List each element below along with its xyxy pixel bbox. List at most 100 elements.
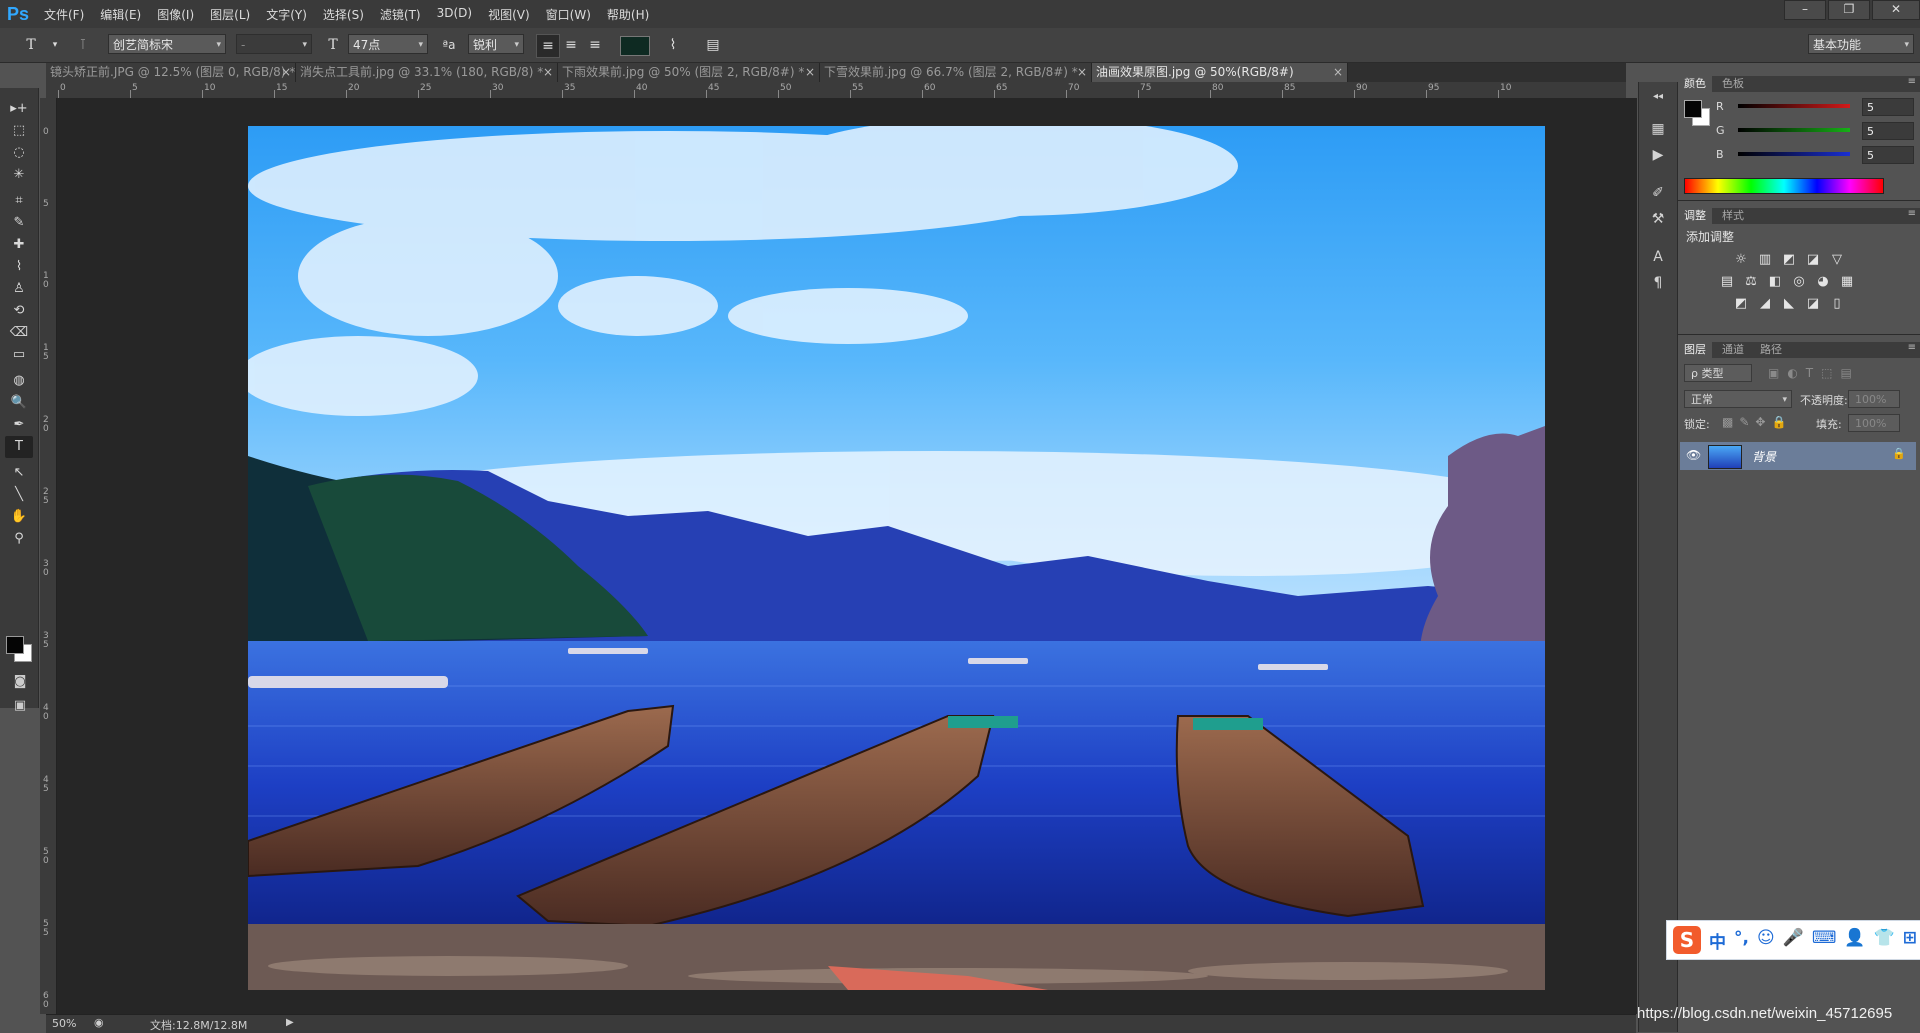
ime-item[interactable]: 👤 bbox=[1844, 928, 1865, 953]
menu-item[interactable]: 图像(I) bbox=[149, 6, 202, 23]
ime-item[interactable]: ⊞ bbox=[1903, 928, 1917, 953]
character-icon[interactable]: A bbox=[1647, 246, 1669, 268]
layer-row[interactable]: 👁 背景 🔒 bbox=[1680, 442, 1916, 470]
preset-dropdown-icon[interactable]: ▾ bbox=[44, 34, 66, 56]
adjustment-icon[interactable]: ◩ bbox=[1732, 296, 1750, 312]
adjustment-icon[interactable]: ◪ bbox=[1804, 252, 1822, 268]
close-icon[interactable]: × bbox=[281, 63, 291, 82]
ime-item[interactable]: 👕 bbox=[1874, 928, 1895, 953]
menu-item[interactable]: 编辑(E) bbox=[92, 6, 149, 23]
fill-input[interactable]: 100% bbox=[1848, 414, 1900, 432]
doc-tab[interactable]: 消失点工具前.jpg @ 33.1% (180, RGB/8) * × bbox=[296, 63, 558, 82]
tab-swatches[interactable]: 色板 bbox=[1716, 76, 1750, 92]
menu-item[interactable]: 3D(D) bbox=[429, 6, 480, 23]
orientation-toggle-icon[interactable]: ⊺ bbox=[72, 34, 94, 56]
eyedropper-icon[interactable]: ✎ bbox=[5, 212, 33, 234]
adjustment-icon[interactable]: ◎ bbox=[1790, 274, 1808, 290]
blur-tool-icon[interactable]: ◍ bbox=[5, 370, 33, 392]
status-menu-icon[interactable]: ◉ bbox=[94, 1016, 104, 1029]
tab-adjustments[interactable]: 调整 bbox=[1678, 208, 1712, 224]
green-slider[interactable]: G 5 bbox=[1716, 122, 1916, 144]
history-icon[interactable]: ▦ bbox=[1647, 118, 1669, 140]
collapse-arrows-icon[interactable]: ◂◂ bbox=[1647, 86, 1669, 108]
marquee-tool-icon[interactable]: ⬚ bbox=[5, 120, 33, 142]
line-tool-icon[interactable]: ╲ bbox=[5, 484, 33, 506]
history-brush-icon[interactable]: ⟲ bbox=[5, 300, 33, 322]
blue-slider-track[interactable] bbox=[1738, 152, 1850, 156]
font-family-select[interactable]: 创艺简标宋 ▾ bbox=[108, 34, 226, 54]
doc-tab[interactable]: 镜头矫正前.JPG @ 12.5% (图层 0, RGB/8) * × bbox=[46, 63, 296, 82]
menu-item[interactable]: 图层(L) bbox=[202, 6, 258, 23]
adjustment-icon[interactable]: ▦ bbox=[1838, 274, 1856, 290]
text-color-swatch[interactable] bbox=[620, 36, 650, 56]
align-left-icon[interactable]: ≡ bbox=[536, 34, 560, 58]
character-panel-icon[interactable]: ▤ bbox=[702, 34, 724, 56]
layer-filter-icons[interactable]: ▣◐T⬚▤ bbox=[1768, 366, 1860, 380]
menu-item[interactable]: 窗口(W) bbox=[538, 6, 599, 23]
healing-brush-icon[interactable]: ✚ bbox=[5, 234, 33, 256]
menu-item[interactable]: 帮助(H) bbox=[599, 6, 657, 23]
green-value[interactable]: 5 bbox=[1862, 122, 1914, 140]
adjustment-icon[interactable]: ◣ bbox=[1780, 296, 1798, 312]
restore-button[interactable]: ❐ bbox=[1828, 0, 1870, 20]
close-button[interactable]: ✕ bbox=[1872, 0, 1920, 20]
type-tool-preset-icon[interactable]: T bbox=[20, 34, 42, 56]
blue-slider[interactable]: B 5 bbox=[1716, 146, 1916, 168]
ime-item[interactable]: 🎤 bbox=[1783, 928, 1804, 953]
panel-menu-icon[interactable]: ≡ bbox=[1908, 76, 1916, 87]
adjustment-icon[interactable]: ◢ bbox=[1756, 296, 1774, 312]
eraser-icon[interactable]: ⌫ bbox=[5, 322, 33, 344]
panel-menu-icon[interactable]: ≡ bbox=[1908, 208, 1916, 219]
font-size-select[interactable]: 47点 ▾ bbox=[348, 34, 428, 54]
align-right-icon[interactable]: ≡ bbox=[584, 34, 606, 56]
crop-tool-icon[interactable]: ⌗ bbox=[5, 190, 33, 212]
adjustment-icon[interactable]: ▥ bbox=[1756, 252, 1774, 268]
clone-stamp-icon[interactable]: ♙ bbox=[5, 278, 33, 300]
dodge-tool-icon[interactable]: 🔍 bbox=[5, 392, 33, 414]
paragraph-icon[interactable]: ¶ bbox=[1647, 272, 1669, 294]
panel-menu-icon[interactable]: ≡ bbox=[1908, 342, 1916, 353]
align-center-icon[interactable]: ≡ bbox=[560, 34, 582, 56]
magic-wand-icon[interactable]: ✳ bbox=[5, 164, 33, 186]
menu-item[interactable]: 文件(F) bbox=[36, 6, 92, 23]
font-style-select[interactable]: - ▾ bbox=[236, 34, 312, 54]
adjustment-icon[interactable]: ◪ bbox=[1804, 296, 1822, 312]
quick-mask-icon[interactable]: ◙ bbox=[10, 674, 30, 692]
brush-tool-icon[interactable]: ⌇ bbox=[5, 256, 33, 278]
canvas-area[interactable] bbox=[57, 98, 1637, 1014]
adjustment-icon[interactable]: ☼ bbox=[1732, 252, 1750, 268]
warp-text-icon[interactable]: ⌇ bbox=[662, 34, 684, 56]
opacity-input[interactable]: 100% bbox=[1848, 390, 1900, 408]
screen-mode-icon[interactable]: ▣ bbox=[10, 698, 30, 716]
lake-boats-photo[interactable] bbox=[248, 126, 1545, 990]
doc-tab[interactable]: 下雪效果前.jpg @ 66.7% (图层 2, RGB/8#) * × bbox=[820, 63, 1092, 82]
close-icon[interactable]: × bbox=[805, 63, 815, 82]
close-icon[interactable]: × bbox=[1333, 63, 1343, 82]
brush-settings-icon[interactable]: ⚒ bbox=[1647, 208, 1669, 230]
chevron-right-icon[interactable]: ▶ bbox=[286, 1017, 294, 1028]
layer-filter-select[interactable]: ρ 类型 bbox=[1684, 364, 1752, 382]
tab-styles[interactable]: 样式 bbox=[1716, 208, 1750, 224]
menu-item[interactable]: 滤镜(T) bbox=[372, 6, 429, 23]
type-tool-icon[interactable]: T bbox=[5, 436, 33, 458]
close-icon[interactable]: × bbox=[543, 63, 553, 82]
adjustment-icon[interactable]: ◧ bbox=[1766, 274, 1784, 290]
tab-color[interactable]: 颜色 bbox=[1678, 76, 1712, 92]
adjustment-icon[interactable]: ▤ bbox=[1718, 274, 1736, 290]
foreground-color-swatch[interactable] bbox=[6, 636, 24, 654]
tab-paths[interactable]: 路径 bbox=[1754, 342, 1788, 358]
close-icon[interactable]: × bbox=[1077, 63, 1087, 82]
adjustment-icon[interactable]: ⚖ bbox=[1742, 274, 1760, 290]
gradient-tool-icon[interactable]: ▭ bbox=[5, 344, 33, 366]
adjustment-icon[interactable]: ▽ bbox=[1828, 252, 1846, 268]
green-slider-track[interactable] bbox=[1738, 128, 1850, 132]
move-tool-icon[interactable]: ▸+ bbox=[5, 98, 33, 120]
adjustment-icon[interactable]: ◩ bbox=[1780, 252, 1798, 268]
blend-mode-select[interactable]: 正常 ▾ bbox=[1684, 390, 1792, 408]
ime-item[interactable]: °, bbox=[1734, 928, 1749, 953]
doc-tab-active[interactable]: 油画效果原图.jpg @ 50%(RGB/8#) × bbox=[1092, 63, 1348, 82]
doc-tab[interactable]: 下雨效果前.jpg @ 50% (图层 2, RGB/8#) * × bbox=[558, 63, 820, 82]
foreground-color-swatch[interactable] bbox=[1684, 100, 1702, 118]
brush-presets-icon[interactable]: ✐ bbox=[1647, 182, 1669, 204]
tab-layers[interactable]: 图层 bbox=[1678, 342, 1712, 358]
